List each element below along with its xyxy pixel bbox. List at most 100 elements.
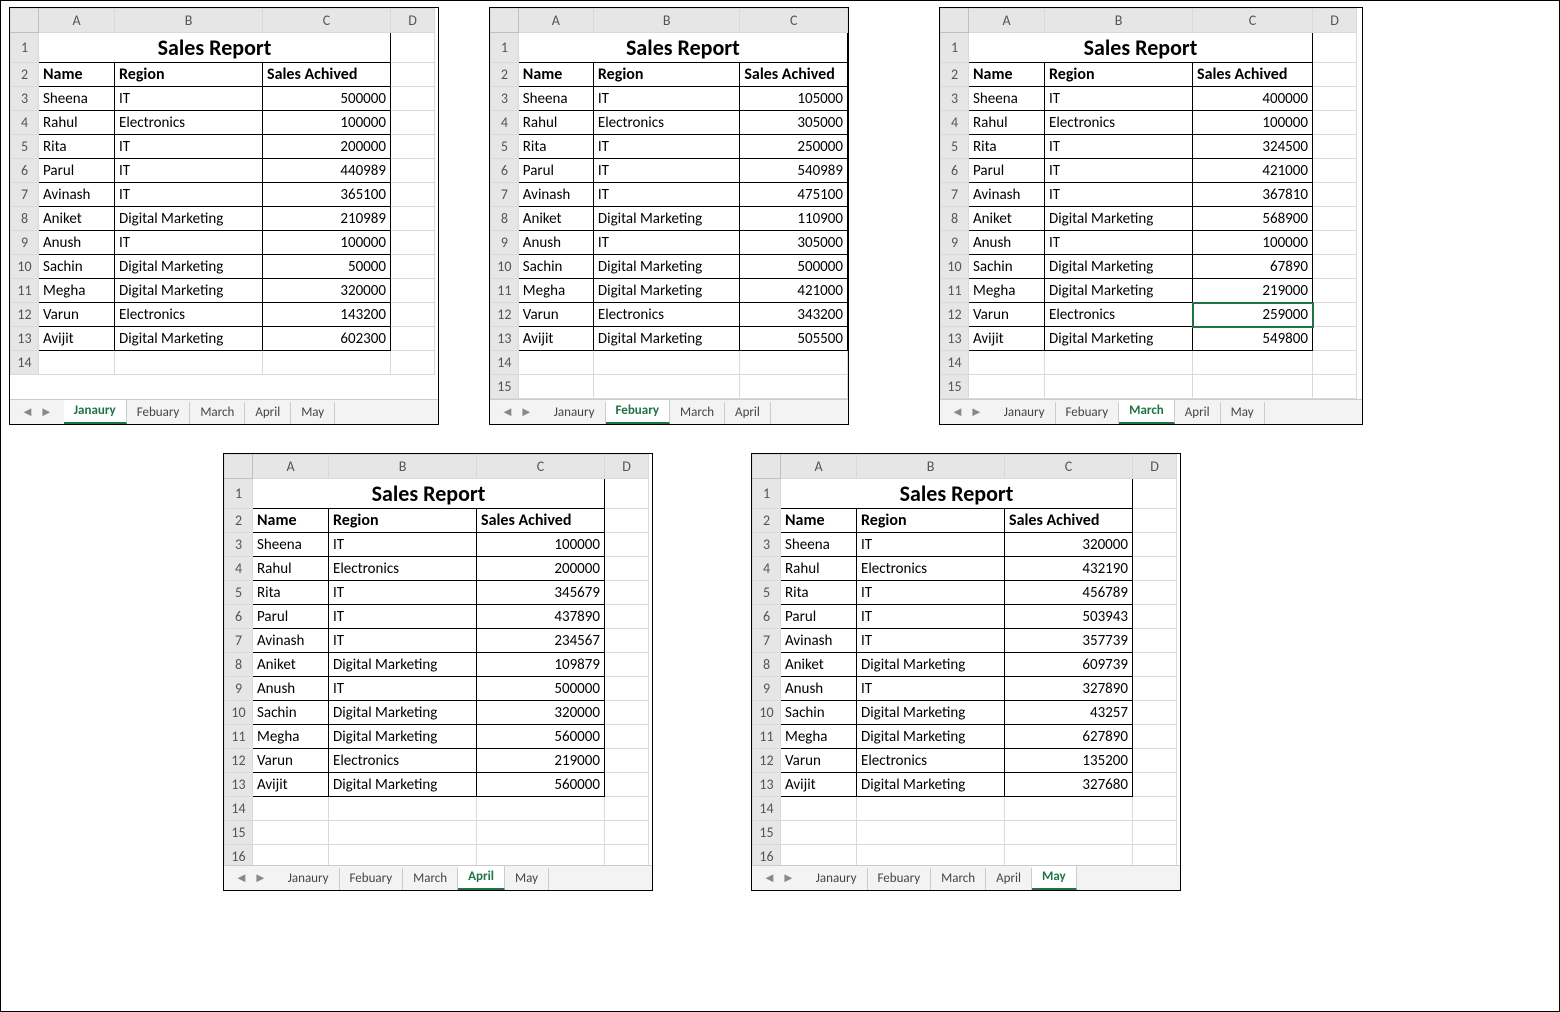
cell-region[interactable]: IT: [593, 159, 739, 183]
row-header[interactable]: 3: [753, 533, 781, 557]
cell-name[interactable]: Rita: [253, 581, 329, 605]
select-all-corner[interactable]: [941, 9, 969, 33]
column-header-B[interactable]: B: [593, 9, 739, 33]
select-all-corner[interactable]: [491, 9, 519, 33]
cell-sales[interactable]: 540989: [740, 159, 848, 183]
row-header[interactable]: 8: [753, 653, 781, 677]
cell-sales[interactable]: 357739: [1005, 629, 1133, 653]
cell-region[interactable]: Digital Marketing: [857, 653, 1005, 677]
row-header[interactable]: 3: [941, 87, 969, 111]
row-header[interactable]: 14: [753, 797, 781, 821]
cell[interactable]: [969, 351, 1045, 375]
row-header[interactable]: 3: [491, 87, 519, 111]
cell-sales[interactable]: 219000: [1193, 279, 1313, 303]
cell[interactable]: [605, 629, 649, 653]
column-header-C[interactable]: C: [740, 9, 848, 33]
cell-region[interactable]: Digital Marketing: [593, 255, 739, 279]
tab-nav-arrow-icon[interactable]: ◄: [232, 870, 251, 886]
row-header[interactable]: 7: [491, 183, 519, 207]
column-header-A[interactable]: A: [39, 9, 115, 33]
sheet-tab-april[interactable]: April: [1175, 402, 1221, 424]
cell-name[interactable]: Sheena: [39, 87, 115, 111]
cell[interactable]: [1005, 821, 1133, 845]
sheet-tab-febuary[interactable]: Febuary: [340, 868, 404, 890]
column-header-C[interactable]: C: [1193, 9, 1313, 33]
cell-name[interactable]: Anush: [253, 677, 329, 701]
cell-sales[interactable]: 609739: [1005, 653, 1133, 677]
row-header[interactable]: 12: [11, 303, 39, 327]
cell[interactable]: [391, 207, 435, 231]
row-header[interactable]: 3: [11, 87, 39, 111]
cell[interactable]: [605, 797, 649, 821]
row-header[interactable]: 5: [225, 581, 253, 605]
column-header-D[interactable]: D: [1133, 455, 1177, 479]
cell[interactable]: [1045, 375, 1193, 399]
sheet-tab-march[interactable]: March: [403, 868, 458, 890]
table-header-region[interactable]: Region: [593, 63, 739, 87]
report-title[interactable]: Sales Report: [39, 33, 391, 63]
select-all-corner[interactable]: [11, 9, 39, 33]
cell[interactable]: [605, 677, 649, 701]
cell-name[interactable]: Megha: [253, 725, 329, 749]
cell-region[interactable]: Digital Marketing: [1045, 327, 1193, 351]
cell[interactable]: [1133, 581, 1177, 605]
cell-name[interactable]: Megha: [969, 279, 1045, 303]
row-header[interactable]: 11: [11, 279, 39, 303]
cell[interactable]: [477, 821, 605, 845]
cell-name[interactable]: Parul: [781, 605, 857, 629]
cell[interactable]: [605, 605, 649, 629]
cell-name[interactable]: Avijit: [969, 327, 1045, 351]
cell-region[interactable]: IT: [857, 581, 1005, 605]
cell[interactable]: [1133, 725, 1177, 749]
cell[interactable]: [1133, 701, 1177, 725]
cell[interactable]: [1133, 479, 1177, 509]
row-header[interactable]: 10: [225, 701, 253, 725]
cell-region[interactable]: IT: [593, 183, 739, 207]
cell-region[interactable]: IT: [329, 605, 477, 629]
row-header[interactable]: 4: [225, 557, 253, 581]
cell-region[interactable]: Electronics: [329, 557, 477, 581]
cell[interactable]: [1133, 773, 1177, 797]
row-header[interactable]: 2: [941, 63, 969, 87]
cell-region[interactable]: IT: [1045, 183, 1193, 207]
cell-sales[interactable]: 500000: [263, 87, 391, 111]
cell-sales[interactable]: 432190: [1005, 557, 1133, 581]
sheet-tab-janaury[interactable]: Janaury: [278, 868, 340, 890]
cell-region[interactable]: IT: [329, 581, 477, 605]
table-header-region[interactable]: Region: [1045, 63, 1193, 87]
row-header[interactable]: 14: [491, 351, 519, 375]
row-header[interactable]: 7: [225, 629, 253, 653]
cell[interactable]: [781, 821, 857, 845]
sheet-tab-may[interactable]: May: [291, 402, 335, 424]
cell-region[interactable]: Electronics: [1045, 111, 1193, 135]
row-header[interactable]: 7: [11, 183, 39, 207]
cell-name[interactable]: Avinash: [781, 629, 857, 653]
cell[interactable]: [593, 351, 739, 375]
cell-sales[interactable]: 43257: [1005, 701, 1133, 725]
cell-sales[interactable]: 421000: [1193, 159, 1313, 183]
cell[interactable]: [1133, 821, 1177, 845]
cell-name[interactable]: Rahul: [969, 111, 1045, 135]
report-title[interactable]: Sales Report: [518, 33, 847, 63]
table-header-name[interactable]: Name: [39, 63, 115, 87]
cell-name[interactable]: Anush: [518, 231, 593, 255]
spreadsheet-grid[interactable]: ABCD1Sales Report2NameRegionSales Achive…: [752, 454, 1177, 869]
tab-nav-arrow-icon[interactable]: ►: [517, 404, 536, 420]
sheet-tab-march[interactable]: March: [190, 402, 245, 424]
table-header-region[interactable]: Region: [857, 509, 1005, 533]
column-header-A[interactable]: A: [781, 455, 857, 479]
row-header[interactable]: 13: [11, 327, 39, 351]
cell-region[interactable]: IT: [329, 629, 477, 653]
row-header[interactable]: 6: [11, 159, 39, 183]
row-header[interactable]: 6: [753, 605, 781, 629]
cell-region[interactable]: IT: [593, 231, 739, 255]
cell[interactable]: [1313, 279, 1357, 303]
cell[interactable]: [391, 135, 435, 159]
report-title[interactable]: Sales Report: [253, 479, 605, 509]
cell[interactable]: [391, 351, 435, 375]
row-header[interactable]: 11: [491, 279, 519, 303]
row-header[interactable]: 12: [753, 749, 781, 773]
column-header-D[interactable]: D: [1313, 9, 1357, 33]
sheet-tab-janaury[interactable]: Janaury: [64, 400, 127, 424]
sheet-tab-march[interactable]: March: [670, 402, 725, 424]
